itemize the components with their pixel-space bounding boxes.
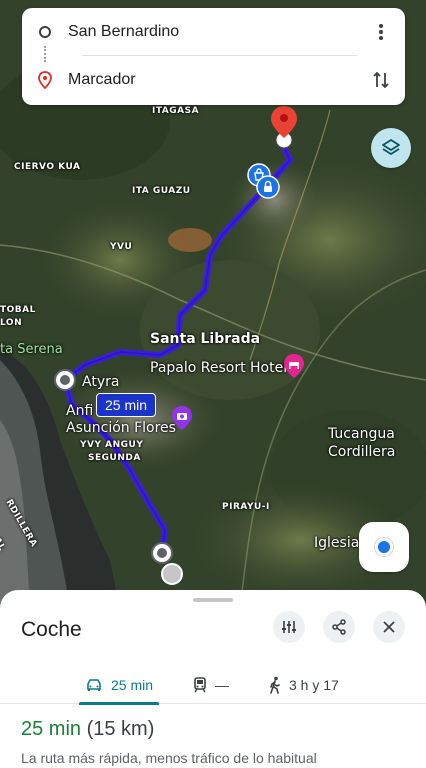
- label-asuncion-flores[interactable]: Asunción Flores: [66, 420, 176, 436]
- label-tucangua: Tucangua: [328, 426, 395, 442]
- route-duration: 25 min: [21, 718, 82, 740]
- car-icon: [87, 679, 101, 691]
- route-options-button[interactable]: [273, 611, 305, 643]
- waypoint-atyra-icon[interactable]: [53, 368, 77, 392]
- label-anfi: Anfi: [66, 403, 94, 419]
- destination-pin-small-icon: [38, 71, 52, 89]
- tab-walking[interactable]: 3 h y 17: [269, 666, 339, 704]
- more-options-button[interactable]: [369, 20, 393, 44]
- label-ita-guazu: ITA GUAZU: [132, 186, 191, 196]
- tab-driving[interactable]: 25 min: [78, 666, 160, 705]
- origin-row[interactable]: San Bernardino: [22, 12, 405, 52]
- tab-transit-label: —: [215, 677, 229, 693]
- layers-button[interactable]: [371, 128, 411, 168]
- label-yvy-anguy: YVY ANGUY: [80, 440, 144, 450]
- destination-field[interactable]: Marcador: [68, 71, 136, 89]
- destination-pin-icon[interactable]: [268, 104, 300, 150]
- label-iglesia: Iglesia: [314, 535, 360, 551]
- locked-poi-icon[interactable]: [256, 175, 280, 199]
- route-summary[interactable]: 25 min (15 km): [21, 718, 154, 741]
- field-divider: [82, 55, 357, 56]
- label-atyra: Atyra: [82, 374, 120, 390]
- label-segunda: SEGUNDA: [88, 453, 141, 463]
- route-description: La ruta más rápida, menos tráfico de lo …: [21, 750, 317, 766]
- swap-button[interactable]: [369, 68, 393, 92]
- more-vert-icon: [379, 24, 383, 40]
- layers-icon: [382, 139, 400, 155]
- close-icon: [383, 621, 395, 633]
- tab-walking-label: 3 h y 17: [289, 677, 339, 693]
- eta-badge[interactable]: 25 min: [96, 393, 157, 417]
- mode-title: Coche: [21, 618, 82, 641]
- origin-marker: [161, 563, 183, 585]
- destination-row[interactable]: Marcador: [22, 60, 405, 100]
- close-button[interactable]: [373, 611, 405, 643]
- label-itagasa: ITAGASA: [152, 106, 200, 116]
- share-icon: [332, 619, 346, 635]
- walk-icon: [270, 676, 280, 694]
- origin-field[interactable]: San Bernardino: [68, 23, 179, 41]
- label-santa-librada: Santa Librada: [150, 331, 261, 347]
- my-location-button[interactable]: [359, 522, 409, 572]
- directions-sheet: Coche 25 min — 3 h y 17 25 min (15 km) L…: [0, 590, 426, 768]
- drag-handle[interactable]: [193, 598, 233, 602]
- origin-circle-icon: [39, 26, 51, 38]
- share-button[interactable]: [323, 611, 355, 643]
- waypoint-origin-icon[interactable]: [150, 541, 174, 565]
- label-yvu: YVU: [110, 242, 133, 252]
- travel-mode-tabs: 25 min — 3 h y 17: [0, 666, 426, 705]
- label-pirayu: PIRAYU-I: [222, 502, 270, 512]
- my-location-icon: [378, 541, 390, 553]
- hotel-poi-icon[interactable]: [282, 353, 306, 379]
- label-ta-serena: ta Serena: [0, 342, 63, 357]
- attraction-poi-icon[interactable]: [170, 405, 194, 431]
- label-papalo[interactable]: Papalo Resort Hotel: [150, 360, 287, 376]
- tab-transit[interactable]: —: [193, 666, 229, 704]
- label-tobal: TOBAL: [0, 305, 36, 315]
- tune-icon: [282, 621, 296, 633]
- route-distance: (15 km): [86, 718, 155, 740]
- directions-card: San Bernardino Marcador: [22, 8, 405, 105]
- label-lon: LON: [0, 318, 23, 328]
- swap-icon: [373, 71, 389, 89]
- tab-driving-label: 25 min: [111, 677, 154, 693]
- label-cordillera: Cordillera: [328, 444, 396, 460]
- label-ciervo-kua: CIERVO KUA: [14, 162, 81, 172]
- train-icon: [194, 677, 206, 693]
